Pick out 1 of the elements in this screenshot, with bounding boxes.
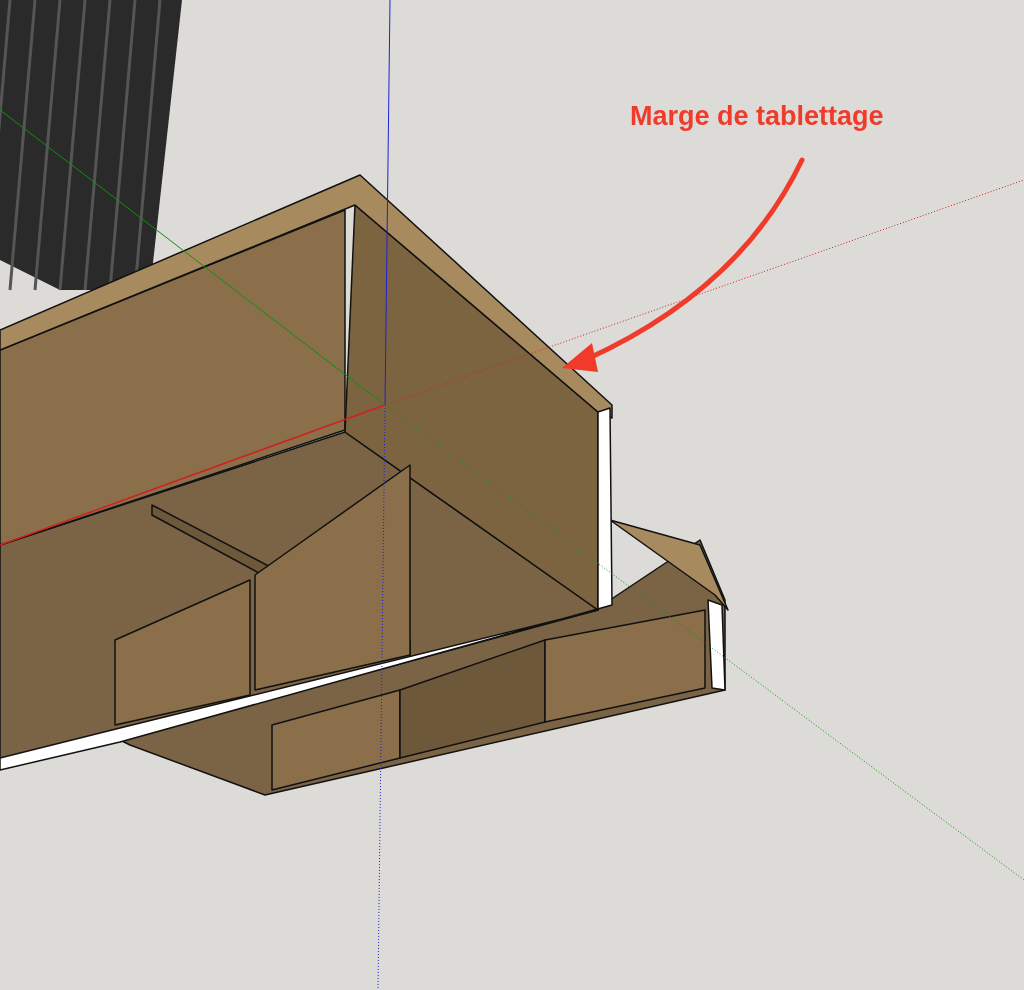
annotation-label: Marge de tablettage (630, 100, 884, 133)
